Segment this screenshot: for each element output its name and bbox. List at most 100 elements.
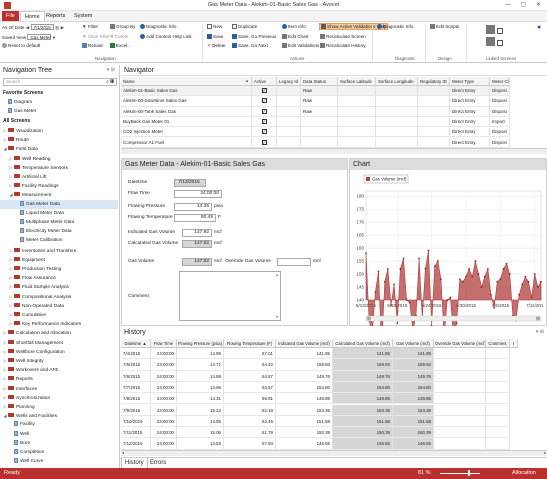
data-point[interactable] <box>518 293 521 296</box>
grid-cell[interactable]: ✓ <box>252 127 277 138</box>
tree-item[interactable]: ▷ Route <box>0 135 118 144</box>
history-cell[interactable]: 141.85 <box>276 348 333 360</box>
search-icon[interactable]: ⌕ ▥ <box>106 79 114 85</box>
history-cell[interactable]: 7/9/2015 <box>121 404 151 416</box>
tree-item[interactable]: ▷ Cumulative <box>0 310 118 319</box>
history-cell[interactable]: 151.68 <box>393 415 434 428</box>
save-go-next-button[interactable]: Save, Go Next <box>232 43 268 48</box>
tree-item[interactable]: Meter Calibration <box>0 236 118 245</box>
delete-button[interactable]: ✕ Delete <box>207 43 225 49</box>
grid-cell[interactable]: Disposi <box>490 86 510 97</box>
data-point[interactable] <box>458 278 461 281</box>
delete-nav-button[interactable]: ✕ Delete <box>110 34 128 40</box>
recalculate-screen-button[interactable]: Recalculate Screen <box>320 34 366 39</box>
column-header[interactable]: Name <box>121 77 252 86</box>
tree-item[interactable]: ▷ Planning <box>0 402 118 411</box>
zoom-slider[interactable] <box>440 473 480 474</box>
data-point[interactable] <box>436 260 439 262</box>
history-cell[interactable]: 7/6/2015 <box>121 370 151 382</box>
history-cell[interactable] <box>486 393 510 405</box>
grid-cell[interactable] <box>418 137 450 148</box>
history-cell[interactable]: 146.55 <box>333 438 393 450</box>
tab-home[interactable]: Home <box>20 11 45 21</box>
temperature-field[interactable]: 60.49 <box>174 214 216 222</box>
history-column-header[interactable]: Gas Volume (mcf) <box>393 339 434 348</box>
grid-cell[interactable] <box>376 106 418 117</box>
data-point[interactable] <box>521 283 524 286</box>
tree-item[interactable]: ▷ Artificial Lift <box>0 172 118 181</box>
history-cell[interactable]: 7/8/2015 <box>121 393 151 405</box>
tree-item[interactable]: Facility <box>0 420 118 429</box>
history-column-header[interactable]: Indicated Gas Volume (mcf) <box>276 339 333 348</box>
tree-item[interactable]: Multiphase Meter Data <box>0 218 118 227</box>
favorite-item[interactable]: Gas Meter <box>0 107 118 116</box>
data-point[interactable] <box>402 257 405 260</box>
history-cell[interactable]: 149.76 <box>276 370 333 382</box>
grid-cell[interactable] <box>277 127 301 138</box>
history-cell[interactable]: 141.85 <box>333 348 393 360</box>
scroll-up-icon[interactable]: ▲ <box>276 273 279 277</box>
history-cell[interactable]: 14.31 <box>177 393 224 405</box>
grid-cell[interactable] <box>418 127 450 138</box>
data-point[interactable] <box>365 252 367 255</box>
grid-cell[interactable] <box>277 86 301 97</box>
tree-item[interactable]: ▷ Calculation and Allocation <box>0 328 118 337</box>
grid-cell[interactable] <box>338 127 376 138</box>
window-controls[interactable]: — ▢ ✕ <box>505 1 545 8</box>
edit-chart-button[interactable]: Edit Chart <box>282 34 308 39</box>
tree-item[interactable]: ▷ Non-Operated Data <box>0 301 118 310</box>
tree-item[interactable]: Well Curve <box>0 457 118 466</box>
data-point[interactable] <box>496 280 499 283</box>
history-cell[interactable] <box>486 359 510 371</box>
data-point[interactable] <box>502 267 505 270</box>
tree-item[interactable]: ◢ Measurement <box>0 190 118 199</box>
pressure-field[interactable]: 14.35 <box>174 203 212 211</box>
history-cell[interactable]: 159.93 <box>393 359 434 371</box>
tree-item[interactable]: ▷ Synchronization <box>0 393 118 402</box>
as-of-date-input[interactable]: 7/1/2015 <box>30 24 54 30</box>
data-point[interactable] <box>508 273 511 275</box>
history-cell[interactable] <box>486 348 510 360</box>
grid-cell[interactable] <box>418 106 450 117</box>
history-cell[interactable]: 64.57 <box>224 370 276 382</box>
as-of-date[interactable]: As Of Date ◀ 7/1/2015 ▥ ▶ <box>2 24 64 31</box>
tree-item[interactable]: ▷ Equipment <box>0 255 118 264</box>
tree-item[interactable]: ▷ Compositional Analysis <box>0 292 118 301</box>
grid-cell[interactable] <box>418 96 450 107</box>
grid-cell[interactable]: Direct Entry <box>450 137 490 148</box>
indicated-gas-field[interactable]: 147.92 <box>182 229 212 237</box>
history-cell[interactable]: 15.22 <box>177 404 224 416</box>
history-cell[interactable]: 63.57 <box>224 381 276 394</box>
tree-item[interactable]: Electricity Meter Data <box>0 227 118 236</box>
data-point[interactable] <box>490 293 492 296</box>
history-cell[interactable]: 15.06 <box>177 427 224 439</box>
data-point[interactable] <box>536 286 539 288</box>
reset-default-button[interactable]: Reset to default <box>2 43 40 48</box>
grid-cell[interactable]: ✓ <box>252 137 277 148</box>
history-cell[interactable]: 7/10/2015 <box>121 415 151 428</box>
history-cell[interactable]: 150.39 <box>393 427 434 439</box>
grid-cell[interactable]: Raw <box>301 96 338 107</box>
grid-cell[interactable] <box>376 127 418 138</box>
grid-cell[interactable] <box>301 127 338 138</box>
grid-cell[interactable] <box>338 86 376 97</box>
data-point[interactable] <box>486 267 489 270</box>
tree-item[interactable]: ▷ Production Testing <box>0 264 118 273</box>
history-cell[interactable]: 14.71 <box>177 359 224 371</box>
history-cell[interactable] <box>434 404 486 416</box>
history-cell[interactable]: 7/5/2015 <box>121 359 151 371</box>
zoom-slider-thumb[interactable] <box>468 470 470 476</box>
history-cell[interactable] <box>486 381 510 394</box>
tree-item[interactable]: Completion <box>0 448 118 457</box>
history-cell[interactable]: 24:00:00 <box>151 359 177 371</box>
tab-file[interactable]: File <box>2 11 19 21</box>
grid-cell[interactable]: Alekim-00-Downtime Sales Gas <box>121 96 252 107</box>
history-cell[interactable] <box>434 393 486 405</box>
tree-item[interactable]: ▷ Visualization <box>0 126 118 135</box>
column-header[interactable]: Regulatory ID <box>418 77 450 86</box>
history-cell[interactable] <box>434 381 486 394</box>
active-checkbox[interactable]: ✓ <box>261 108 267 114</box>
history-cell[interactable]: 153.35 <box>333 404 393 416</box>
active-checkbox[interactable]: ✓ <box>261 88 267 93</box>
history-cell[interactable]: 151.68 <box>276 415 333 428</box>
